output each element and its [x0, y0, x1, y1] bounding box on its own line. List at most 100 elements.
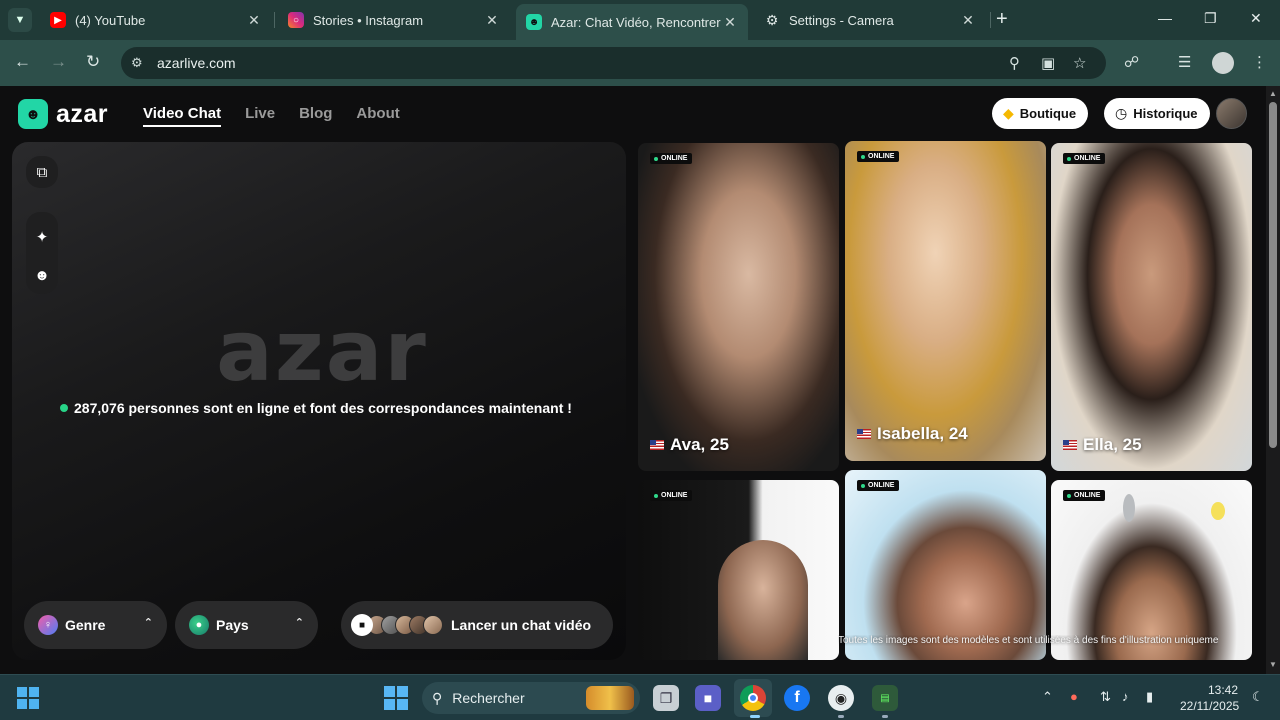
running-indicator	[882, 715, 888, 718]
clock-date: 22/11/2025	[1180, 699, 1240, 713]
online-badge: ONLINE	[1063, 153, 1106, 164]
azar-watermark: azar	[216, 302, 428, 400]
profile-card[interactable]: ONLINE	[845, 470, 1046, 660]
logo-text: azar	[56, 99, 109, 128]
page-scrollbar[interactable]: ▲ ▼	[1266, 86, 1280, 674]
online-dot-icon	[60, 404, 68, 412]
minimize-view-icon[interactable]: ⧉	[26, 156, 58, 188]
nav-blog[interactable]: Blog	[299, 105, 332, 127]
profile-card[interactable]: ONLINE Isabella, 24	[845, 141, 1046, 461]
profile-card[interactable]: ONLINE Ava, 25	[638, 143, 839, 471]
close-icon[interactable]: ✕	[246, 12, 262, 29]
online-badge: ONLINE	[857, 480, 900, 491]
notifications-icon[interactable]: ☾	[1252, 689, 1264, 705]
profile-name: Ava, 25	[650, 435, 729, 455]
network-icon[interactable]: ⇅	[1100, 689, 1111, 705]
widgets-icon[interactable]	[17, 687, 39, 709]
menu-icon[interactable]: ⋮	[1252, 53, 1267, 71]
tab-instagram[interactable]: ○ Stories • Instagram ✕	[278, 4, 510, 36]
close-icon[interactable]: ✕	[722, 14, 738, 31]
pays-selector[interactable]: ● Pays ⌃	[175, 601, 318, 649]
launch-label: Lancer un chat vidéo	[451, 617, 592, 633]
balloon-decoration	[1211, 502, 1225, 520]
tab-settings-camera[interactable]: ⚙ Settings - Camera ✕	[754, 4, 986, 36]
extensions-icon[interactable]: ☍	[1124, 53, 1139, 71]
profile-name: Isabella, 24	[857, 424, 968, 444]
user-avatar[interactable]	[1216, 98, 1247, 129]
start-button[interactable]	[384, 686, 408, 710]
new-tab-button[interactable]: +	[996, 9, 1008, 29]
balloon-decoration	[1123, 494, 1135, 522]
profile-card[interactable]: ONLINE Ella, 25	[1051, 143, 1252, 471]
tab-azar[interactable]: ☻ Azar: Chat Vidéo, Rencontrer de ✕	[516, 4, 748, 40]
windows-taskbar: ⚲ Rechercher ❐ ■ f ◉ ▤ ⌃ ● ⇅ ♪ ▮ 13:42 2…	[0, 674, 1280, 720]
running-indicator	[750, 715, 760, 718]
expand-tool: ⧉	[26, 156, 58, 188]
zoom-icon[interactable]: ⚲	[1009, 54, 1020, 72]
tab-divider	[274, 12, 275, 28]
online-count: 287,076 personnes sont en ligne et font …	[60, 400, 572, 416]
volume-icon[interactable]: ♪	[1122, 689, 1129, 704]
historique-label: Historique	[1133, 106, 1198, 121]
profile-name: Ella, 25	[1063, 435, 1142, 455]
close-window-icon[interactable]: ✕	[1250, 10, 1262, 27]
us-flag-icon	[1063, 440, 1077, 450]
nav-live[interactable]: Live	[245, 105, 275, 127]
clock[interactable]: 13:42 22/11/2025	[1180, 682, 1240, 714]
task-view-icon[interactable]: ❐	[653, 685, 679, 711]
site-settings-icon[interactable]: ⚙	[131, 55, 143, 71]
profile-card[interactable]: ONLINE	[638, 480, 839, 660]
app-icon[interactable]: ▤	[872, 685, 898, 711]
tray-overflow-icon[interactable]: ⌃	[1042, 689, 1053, 705]
close-icon[interactable]: ✕	[960, 12, 976, 29]
sparkle-icon[interactable]: ✦	[26, 221, 58, 253]
minimize-icon[interactable]: —	[1158, 10, 1172, 26]
boutique-label: Boutique	[1019, 106, 1077, 121]
address-bar[interactable]: ⚙ azarlive.com ⚲ ▣ ☆	[121, 47, 1106, 79]
youtube-icon: ▶	[50, 12, 66, 28]
url-text[interactable]: azarlive.com	[157, 55, 236, 71]
face-filter-icon[interactable]: ☻	[26, 259, 58, 291]
azar-logo-icon: ☻	[18, 99, 48, 129]
tab-youtube[interactable]: ▶ (4) YouTube ✕	[40, 4, 272, 36]
browser-toolbar: ← → ↻ ⚙ azarlive.com ⚲ ▣ ☆ ☍ ☰ ⋮	[0, 40, 1280, 86]
teams-icon[interactable]: ■	[695, 685, 721, 711]
chevron-up-icon: ⌃	[294, 617, 304, 629]
running-indicator	[838, 715, 844, 718]
azar-icon: ☻	[526, 14, 542, 30]
scroll-up-icon[interactable]: ▲	[1269, 89, 1277, 98]
search-placeholder: Rechercher	[452, 690, 525, 706]
install-app-icon[interactable]: ▣	[1041, 54, 1055, 72]
back-icon[interactable]: ←	[14, 52, 31, 72]
bookmark-star-icon[interactable]: ☆	[1073, 54, 1086, 72]
nav-video-chat[interactable]: Video Chat	[143, 105, 222, 127]
images-disclaimer: Toutes les images sont des modèles et so…	[838, 635, 1218, 646]
online-badge: ONLINE	[1063, 490, 1106, 501]
launch-video-chat-button[interactable]: ■ Lancer un chat vidéo	[341, 601, 613, 649]
restore-icon[interactable]: ❐	[1204, 10, 1217, 27]
tab-search-button[interactable]: ▼	[8, 8, 32, 32]
profile-avatar[interactable]	[1212, 52, 1234, 74]
online-badge: ONLINE	[650, 490, 693, 501]
online-badge: ONLINE	[650, 153, 693, 164]
scroll-thumb[interactable]	[1269, 102, 1277, 448]
boutique-button[interactable]: ◆ Boutique	[992, 98, 1089, 129]
forward-icon[interactable]: →	[50, 52, 67, 72]
genre-selector[interactable]: ♀ Genre ⌃	[24, 601, 167, 649]
globe-icon: ●	[189, 615, 209, 635]
obs-icon[interactable]: ◉	[828, 685, 854, 711]
media-controls-icon[interactable]: ☰	[1178, 53, 1191, 71]
nav-about[interactable]: About	[356, 105, 399, 127]
historique-button[interactable]: ◷ Historique	[1104, 98, 1210, 129]
chrome-icon[interactable]	[740, 685, 766, 711]
close-icon[interactable]: ✕	[484, 12, 500, 29]
scroll-down-icon[interactable]: ▼	[1269, 660, 1277, 669]
profile-card[interactable]: ONLINE	[1051, 480, 1252, 660]
reload-icon[interactable]: ↻	[86, 52, 100, 72]
azar-logo[interactable]: ☻ azar	[18, 99, 108, 129]
microphone-icon[interactable]: ●	[1070, 689, 1078, 704]
online-text: 287,076 personnes sont en ligne et font …	[74, 400, 572, 416]
facebook-icon[interactable]: f	[784, 685, 810, 711]
taskbar-search[interactable]: ⚲ Rechercher	[422, 682, 640, 714]
battery-icon[interactable]: ▮	[1146, 689, 1153, 705]
